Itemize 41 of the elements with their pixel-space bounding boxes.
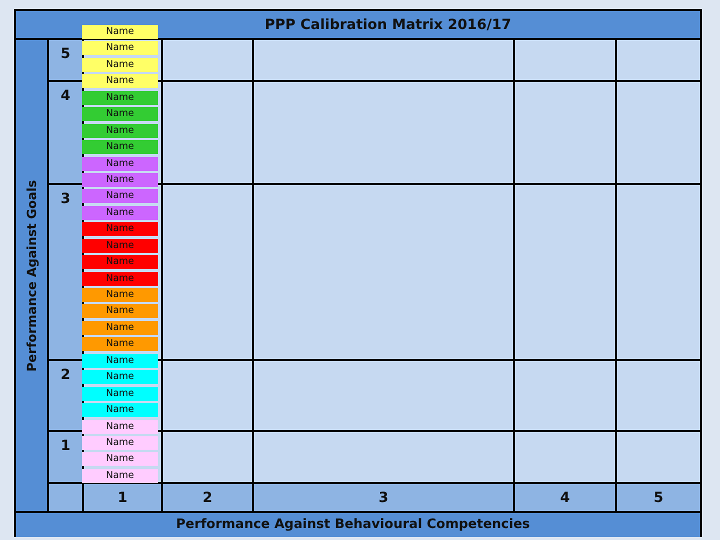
name-tag[interactable]: Name — [82, 156, 158, 170]
name-tag[interactable]: Name — [82, 172, 158, 187]
name-tag[interactable]: Name — [82, 206, 158, 220]
name-tag[interactable]: Name — [82, 90, 158, 105]
name-tag[interactable]: Name — [82, 337, 158, 352]
y-axis-label: Performance Against Goals — [24, 180, 39, 372]
name-tag[interactable]: Name — [82, 420, 158, 434]
x-axis-label: Performance Against Behavioural Competencies — [16, 513, 700, 537]
level-label: 2 — [49, 361, 82, 430]
name-tag[interactable]: Name — [82, 452, 158, 466]
level-label: 3 — [49, 185, 82, 359]
name-tag[interactable]: Name — [82, 320, 158, 335]
name-tag[interactable]: Name — [82, 403, 158, 418]
name-tag[interactable]: Name — [82, 370, 158, 384]
name-tag[interactable]: Name — [82, 222, 158, 236]
name-tag[interactable]: Name — [82, 386, 158, 401]
name-tag[interactable]: Name — [82, 41, 158, 56]
name-tag[interactable]: Name — [82, 288, 158, 302]
name-tag[interactable]: Name — [82, 255, 158, 270]
level-label: 4 — [49, 82, 82, 183]
level-label: 2 — [163, 484, 252, 511]
level-label: 1 — [84, 484, 161, 511]
name-tag[interactable]: Name — [82, 58, 158, 72]
name-tag[interactable]: Name — [82, 189, 158, 204]
name-tag[interactable]: Name — [82, 272, 158, 286]
level-label: 4 — [515, 484, 615, 511]
corner-cell — [49, 484, 82, 511]
name-tag[interactable]: Name — [82, 74, 158, 88]
level-label: 1 — [49, 432, 82, 482]
name-tag[interactable]: Name — [82, 304, 158, 318]
level-label: 3 — [254, 484, 513, 511]
name-tag[interactable]: Name — [82, 238, 158, 253]
name-tag[interactable]: Name — [82, 107, 158, 122]
name-tag[interactable]: Name — [82, 468, 158, 483]
level-label: 5 — [49, 40, 82, 80]
name-tag[interactable]: Name — [82, 436, 158, 450]
name-tag[interactable]: Name — [82, 140, 158, 154]
name-tag[interactable]: Name — [82, 124, 158, 138]
name-tag[interactable]: Name — [82, 354, 158, 368]
name-tag[interactable]: Name — [82, 25, 158, 39]
level-label: 5 — [617, 484, 700, 511]
